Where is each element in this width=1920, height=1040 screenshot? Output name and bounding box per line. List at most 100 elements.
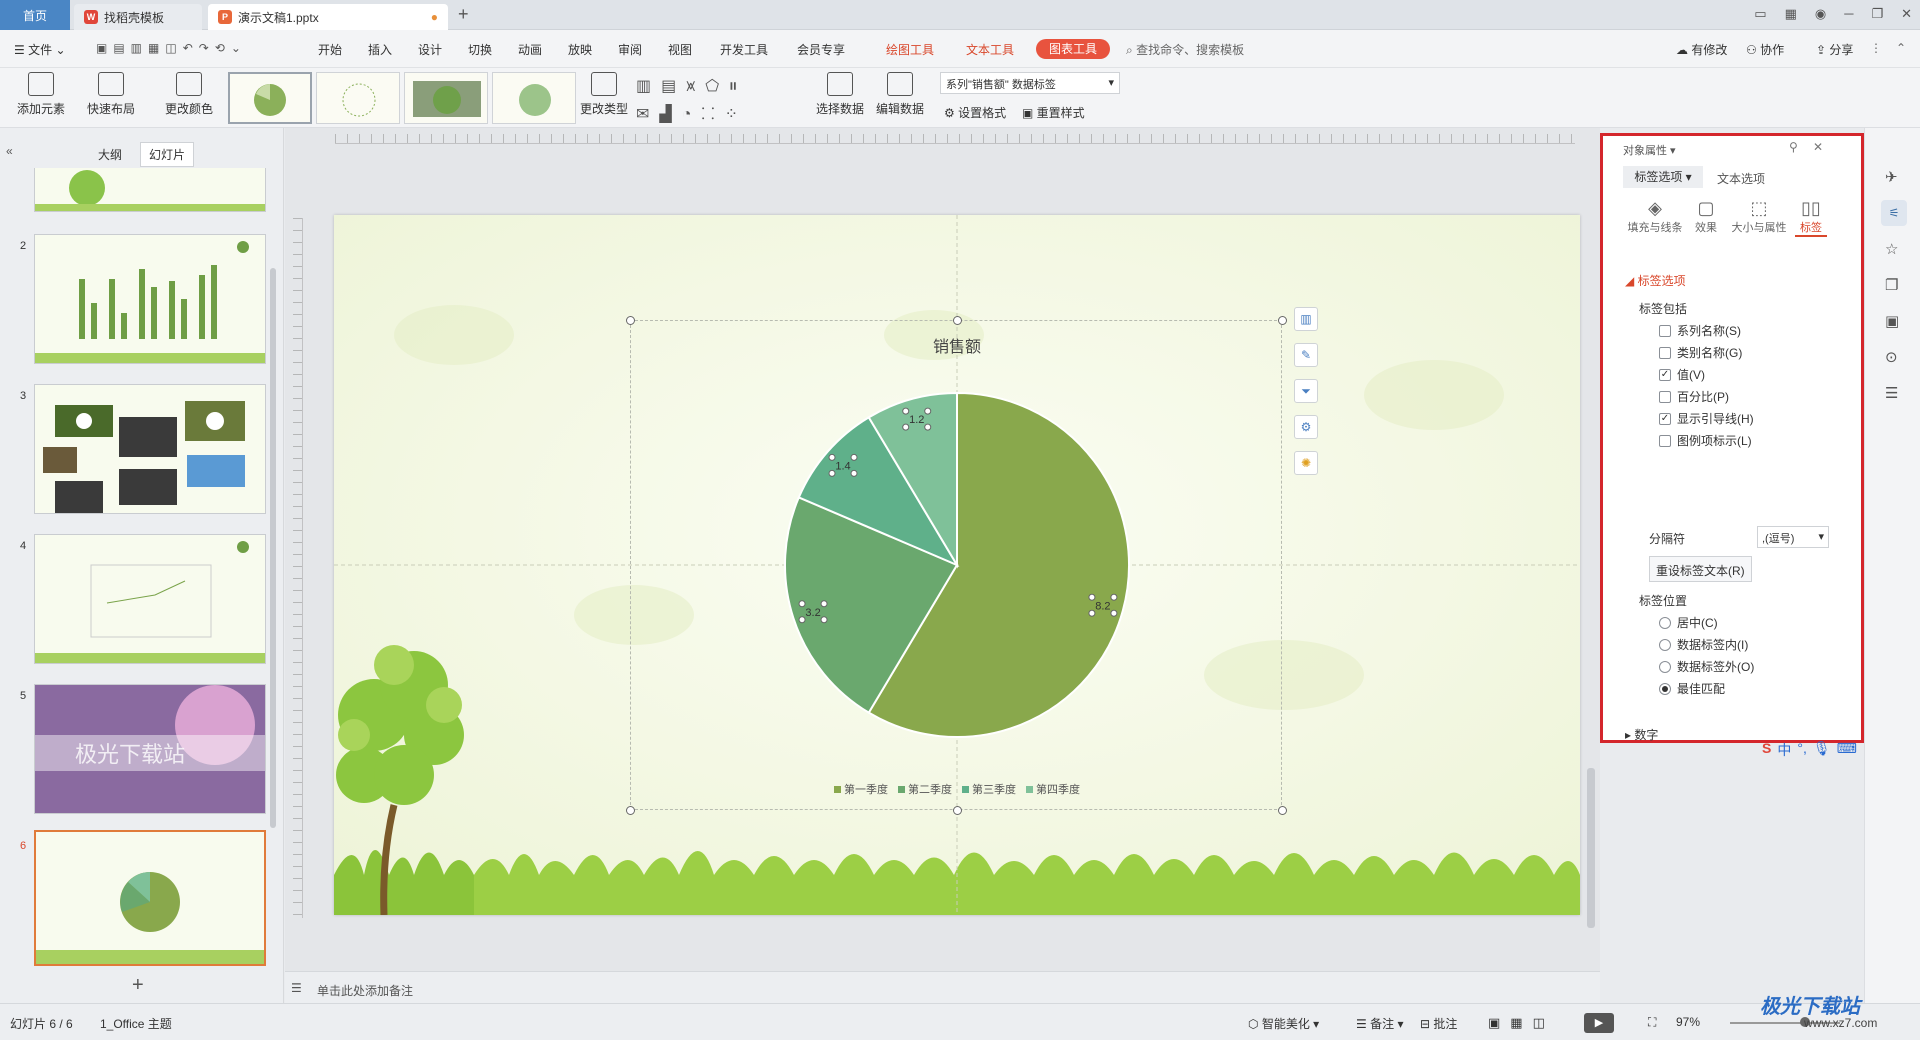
sidebar-copy-icon[interactable]: ❐: [1885, 276, 1898, 294]
sidebar-rocket-icon[interactable]: ✈: [1885, 168, 1898, 186]
checkbox-icon[interactable]: [1659, 434, 1671, 447]
collapse-ribbon-icon[interactable]: ⌃: [1896, 41, 1906, 55]
label-handle[interactable]: [1110, 593, 1118, 601]
quick-access-toolbar[interactable]: ▣▤▥▦◫↶↷⟲⌄: [96, 41, 247, 55]
series-element-select[interactable]: 系列"销售额" 数据标签 ▾: [940, 72, 1120, 94]
tab-templates[interactable]: W 找稻壳模板: [74, 4, 202, 30]
fill-line-tab[interactable]: ◈ 填充与线条: [1623, 198, 1687, 235]
label-handle[interactable]: [1088, 593, 1096, 601]
radio-icon[interactable]: [1659, 638, 1671, 651]
ime-toolbar[interactable]: S 中 °, 🎙 ⌨ ▦: [1762, 740, 1876, 760]
label-handle[interactable]: [924, 423, 932, 431]
label-position-option[interactable]: 数据标签外(O): [1659, 658, 1754, 675]
menu-member[interactable]: 会员专享: [797, 41, 845, 58]
radio-icon[interactable]: [1659, 660, 1671, 673]
menu-slideshow[interactable]: 放映: [568, 41, 592, 58]
label-handle[interactable]: [902, 423, 910, 431]
chart-filter-icon[interactable]: ⏷: [1294, 379, 1318, 403]
slide-thumb-4[interactable]: [34, 534, 266, 664]
label-handle[interactable]: [924, 407, 932, 415]
section-number[interactable]: ▸ 数字: [1625, 726, 1658, 743]
sidebar-location-icon[interactable]: ⊙: [1885, 348, 1898, 366]
pie-data-label[interactable]: 1.4: [835, 460, 850, 472]
label-handle[interactable]: [798, 600, 806, 608]
tab-label-options[interactable]: 标签选项 ▾: [1623, 166, 1703, 188]
pie-data-label[interactable]: 3.2: [805, 607, 820, 619]
checkbox-icon[interactable]: [1659, 346, 1671, 359]
chart-elements-icon[interactable]: ▥: [1294, 307, 1318, 331]
reset-label-text-button[interactable]: 重设标签文本(R): [1649, 556, 1752, 582]
checkbox-icon[interactable]: [1659, 390, 1671, 403]
avatar[interactable]: ◉: [1815, 6, 1826, 22]
sidebar-star-icon[interactable]: ☆: [1885, 240, 1898, 258]
menu-insert[interactable]: 插入: [368, 41, 392, 58]
legend-item[interactable]: 第一季度: [834, 781, 888, 797]
more-icon[interactable]: ⋮: [1870, 41, 1882, 55]
section-label-options[interactable]: ◢ 标签选项: [1625, 272, 1686, 289]
chart-style-brush-icon[interactable]: ✎: [1294, 343, 1318, 367]
new-tab-button[interactable]: +: [458, 4, 469, 25]
menu-home[interactable]: 开始: [318, 41, 342, 58]
label-handle[interactable]: [798, 616, 806, 624]
change-type-button[interactable]: 更改类型: [578, 72, 630, 117]
menu-view[interactable]: 视图: [668, 41, 692, 58]
minimize-icon[interactable]: ─: [1844, 6, 1853, 22]
legend-item[interactable]: 第四季度: [1026, 781, 1080, 797]
label-include-option[interactable]: ✓ 显示引导线(H): [1659, 410, 1754, 427]
reset-style-button[interactable]: ▣ 重置样式: [1022, 104, 1085, 121]
smart-beautify-button[interactable]: ⬡ 智能美化 ▾: [1248, 1015, 1319, 1032]
tab-text-options[interactable]: 文本选项: [1717, 170, 1765, 187]
set-format-button[interactable]: ⚙ 设置格式: [944, 104, 1006, 121]
search-box[interactable]: ⌕ 查找命令、搜索模板: [1126, 41, 1244, 58]
label-include-option[interactable]: 百分比(P): [1659, 388, 1729, 405]
notes-toggle-button[interactable]: ☰ 备注 ▾: [1356, 1015, 1403, 1032]
sidebar-book-icon[interactable]: ☰: [1885, 384, 1898, 402]
chart-style-2[interactable]: [316, 72, 400, 124]
label-handle[interactable]: [820, 600, 828, 608]
file-menu[interactable]: ☰ 文件 ⌄: [14, 41, 66, 58]
slides-scrollbar[interactable]: [270, 268, 276, 828]
share-button[interactable]: ⇪ 分享: [1816, 41, 1853, 58]
slide-thumb-6-selected[interactable]: [34, 830, 266, 966]
slide-thumb-5[interactable]: 极光下载站: [34, 684, 266, 814]
tab-home[interactable]: 首页: [0, 0, 70, 30]
chart-settings-icon[interactable]: ⚙: [1294, 415, 1318, 439]
modified-button[interactable]: ☁ 有修改: [1676, 41, 1727, 58]
label-handle[interactable]: [1110, 609, 1118, 617]
chart-type-icons-2[interactable]: ✉▟◔⸬⁘: [636, 102, 748, 124]
label-include-option[interactable]: 图例项标示(L): [1659, 432, 1752, 449]
checkbox-checked-icon[interactable]: ✓: [1659, 368, 1671, 381]
chart-legend[interactable]: 第一季度 第二季度 第三季度 第四季度: [334, 781, 1580, 797]
label-include-option[interactable]: ✓ 值(V): [1659, 366, 1705, 383]
view-mode-icons[interactable]: ▣▦◫: [1488, 1015, 1555, 1031]
play-slideshow-button[interactable]: ▶: [1584, 1013, 1614, 1033]
restore-icon[interactable]: ❐: [1871, 6, 1883, 22]
collapse-panel-icon[interactable]: «: [6, 144, 13, 158]
label-include-option[interactable]: 系列名称(S): [1659, 322, 1741, 339]
effect-tab[interactable]: ▢ 效果: [1689, 198, 1723, 235]
legend-item[interactable]: 第三季度: [962, 781, 1016, 797]
menu-animation[interactable]: 动画: [518, 41, 542, 58]
chart-style-3[interactable]: [404, 72, 488, 124]
label-handle[interactable]: [902, 407, 910, 415]
select-data-button[interactable]: 选择数据: [812, 72, 868, 117]
menu-review[interactable]: 审阅: [618, 41, 642, 58]
canvas-scrollbar[interactable]: [1587, 768, 1595, 928]
panel-close-icon[interactable]: ✕: [1813, 140, 1823, 154]
layout-icon[interactable]: ▭: [1754, 6, 1766, 22]
checkbox-icon[interactable]: [1659, 324, 1671, 337]
menu-design[interactable]: 设计: [418, 41, 442, 58]
radio-selected-icon[interactable]: [1659, 682, 1671, 695]
notes-placeholder[interactable]: 单击此处添加备注: [317, 982, 413, 999]
label-tab[interactable]: ▯▯ 标签: [1795, 198, 1827, 237]
label-handle[interactable]: [820, 616, 828, 624]
tab-document[interactable]: P 演示文稿1.pptx ●: [208, 4, 448, 30]
collab-button[interactable]: ⚇ 协作: [1746, 41, 1784, 58]
chart-tip-bulb-icon[interactable]: ✺: [1294, 451, 1318, 475]
checkbox-checked-icon[interactable]: ✓: [1659, 412, 1671, 425]
slides-tab[interactable]: 幻灯片: [140, 142, 195, 167]
slide-thumb-2[interactable]: [34, 234, 266, 364]
chart-style-1[interactable]: [228, 72, 312, 124]
slide-thumb-1[interactable]: [34, 168, 266, 212]
quick-layout-button[interactable]: 快速布局: [80, 72, 142, 117]
